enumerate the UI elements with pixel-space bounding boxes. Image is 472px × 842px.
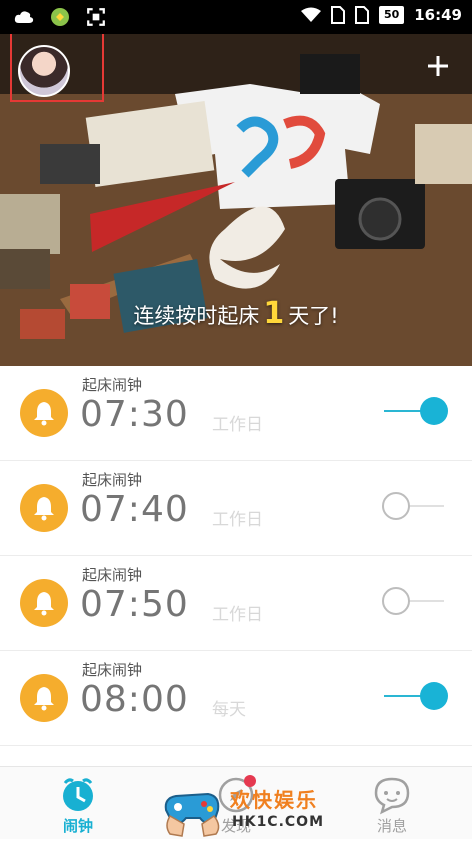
streak-message: 连续按时起床 1 天了! (0, 296, 472, 331)
alarm-list: 起床闹钟 07:30 工作日 起床闹钟 07:40 工作日 起床闹钟 07:50 工作日 起床闹钟… (0, 366, 472, 746)
battery-level: 50 (378, 6, 405, 24)
alarm-row[interactable]: 起床闹钟 07:40 工作日 (0, 461, 472, 556)
toggle-knob (420, 397, 448, 425)
streak-prefix: 连续按时起床 (133, 304, 260, 328)
chat-bubble-icon (374, 777, 410, 815)
app-notification-icon (51, 8, 69, 26)
alarm-toggle[interactable] (380, 586, 452, 616)
sim2-icon (354, 6, 369, 24)
alarm-label: 起床闹钟 (82, 661, 143, 679)
streak-count: 1 (263, 296, 285, 331)
alarm-label: 起床闹钟 (82, 566, 143, 584)
alarm-bell-badge (20, 674, 68, 722)
alarm-repeat: 每天 (212, 700, 246, 720)
plus-icon (428, 56, 448, 76)
tab-messages[interactable]: 消息 (332, 767, 452, 839)
tab-alarm[interactable]: 闹钟 (18, 767, 138, 839)
sim1-icon (330, 6, 345, 24)
add-alarm-button[interactable] (422, 50, 454, 82)
toggle-knob (382, 492, 410, 520)
watermark: 欢快娱乐 HK1C.COM (160, 776, 330, 838)
tab-alarm-label: 闹钟 (62, 817, 93, 835)
bell-icon (34, 402, 54, 426)
wifi-icon (300, 7, 321, 22)
cloud-icon (14, 11, 34, 23)
bell-icon (34, 592, 54, 616)
watermark-title: 欢快娱乐 (230, 788, 318, 812)
alarm-label: 起床闹钟 (82, 376, 143, 394)
gamepad-hands-logo (164, 792, 220, 837)
clock: 16:49 (414, 6, 462, 24)
alarm-time: 07:40 (80, 489, 189, 530)
toggle-knob (420, 682, 448, 710)
alarm-repeat: 工作日 (212, 415, 263, 435)
alarm-toggle[interactable] (380, 396, 452, 426)
bell-icon (34, 687, 54, 711)
alarm-toggle[interactable] (380, 491, 452, 521)
avatar[interactable] (18, 45, 70, 97)
alarm-repeat: 工作日 (212, 510, 263, 530)
alarm-time: 08:00 (80, 679, 189, 720)
streak-suffix: 天了! (288, 304, 339, 328)
tab-messages-label: 消息 (376, 817, 407, 835)
status-bar: 50 16:49 (0, 0, 472, 34)
alarm-time: 07:50 (80, 584, 189, 625)
screenshot-icon (87, 8, 105, 26)
alarm-row[interactable]: 起床闹钟 07:30 工作日 (0, 366, 472, 461)
alarm-toggle[interactable] (380, 681, 452, 711)
alarm-row[interactable]: 起床闹钟 07:50 工作日 (0, 556, 472, 651)
alarm-bell-badge (20, 484, 68, 532)
alarm-bell-badge (20, 389, 68, 437)
alarm-bell-badge (20, 579, 68, 627)
alarm-row[interactable]: 起床闹钟 08:00 每天 (0, 651, 472, 746)
bell-icon (34, 497, 54, 521)
alarm-time: 07:30 (80, 394, 189, 435)
watermark-url: HK1C.COM (232, 814, 325, 830)
alarm-repeat: 工作日 (212, 605, 263, 625)
alarm-label: 起床闹钟 (82, 471, 143, 489)
toggle-knob (382, 587, 410, 615)
alarm-clock-icon (63, 778, 93, 811)
